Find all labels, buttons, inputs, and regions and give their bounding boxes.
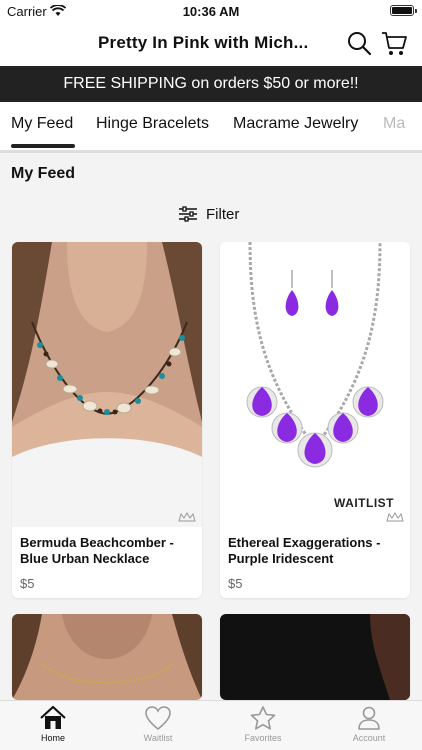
tab-bar-label: Waitlist <box>143 733 173 743</box>
product-image <box>12 614 202 700</box>
tab-bar-label: Account <box>352 733 386 743</box>
product-price: $5 <box>228 576 243 591</box>
filter-label: Filter <box>206 205 240 223</box>
status-time: 10:36 AM <box>182 4 240 19</box>
waitlist-badge: WAITLIST <box>334 496 394 510</box>
heart-icon <box>145 706 171 731</box>
brand-watermark-icon <box>178 512 196 522</box>
tab-my-feed[interactable]: My Feed <box>11 115 73 133</box>
tab-macrame-jewelry[interactable]: Macrame Jewelry <box>233 115 358 133</box>
tab-bar-account[interactable]: Account <box>327 705 411 749</box>
section-title: My Feed <box>11 165 76 182</box>
brand-watermark-icon <box>386 512 404 522</box>
promo-banner[interactable]: FREE SHIPPING on orders $50 or more!! <box>0 66 422 102</box>
search-icon[interactable] <box>346 30 372 56</box>
tab-bar-label: Favorites <box>244 733 282 743</box>
product-card[interactable]: WAITLIST Ethereal Exaggerations - Purple… <box>220 242 410 598</box>
tab-more[interactable]: Ma <box>383 115 405 133</box>
product-card[interactable]: Bermuda Beachcomber - Blue Urban Necklac… <box>12 242 202 598</box>
person-icon <box>358 706 380 730</box>
filter-button[interactable]: Filter <box>178 203 239 225</box>
product-card[interactable] <box>12 614 202 700</box>
bottom-tab-bar: Home Waitlist Favorites Account <box>0 700 422 750</box>
product-name: Ethereal Exaggerations - Purple Iridesce… <box>228 535 381 566</box>
store-title: Pretty In Pink with Mich... <box>98 33 309 52</box>
product-image <box>12 242 202 527</box>
category-tabs: My Feed Hinge Bracelets Macrame Jewelry … <box>0 102 422 150</box>
necklace-photo <box>12 242 202 527</box>
product-price: $5 <box>20 576 35 591</box>
tab-bar-label: Home <box>40 733 65 743</box>
status-bar: Carrier 10:36 AM <box>0 0 422 22</box>
navigation-bar: Pretty In Pink with Mich... <box>0 22 422 66</box>
filter-sliders-icon <box>179 206 197 222</box>
cart-icon[interactable] <box>380 29 408 57</box>
product-card[interactable] <box>220 614 410 700</box>
active-tab-indicator <box>11 144 75 148</box>
feed-header: My Feed Filter <box>0 153 422 233</box>
home-icon <box>40 705 66 729</box>
product-image <box>220 614 410 700</box>
tab-bar-waitlist[interactable]: Waitlist <box>116 705 200 749</box>
necklace-photo <box>220 242 410 527</box>
tab-bar-home[interactable]: Home <box>11 705 95 749</box>
tab-hinge-bracelets[interactable]: Hinge Bracelets <box>96 115 209 133</box>
star-icon <box>250 706 276 730</box>
battery-icon <box>390 5 417 16</box>
product-image: WAITLIST <box>220 242 410 527</box>
tab-bar-favorites[interactable]: Favorites <box>221 705 305 749</box>
product-name: Bermuda Beachcomber - Blue Urban Necklac… <box>20 535 174 566</box>
